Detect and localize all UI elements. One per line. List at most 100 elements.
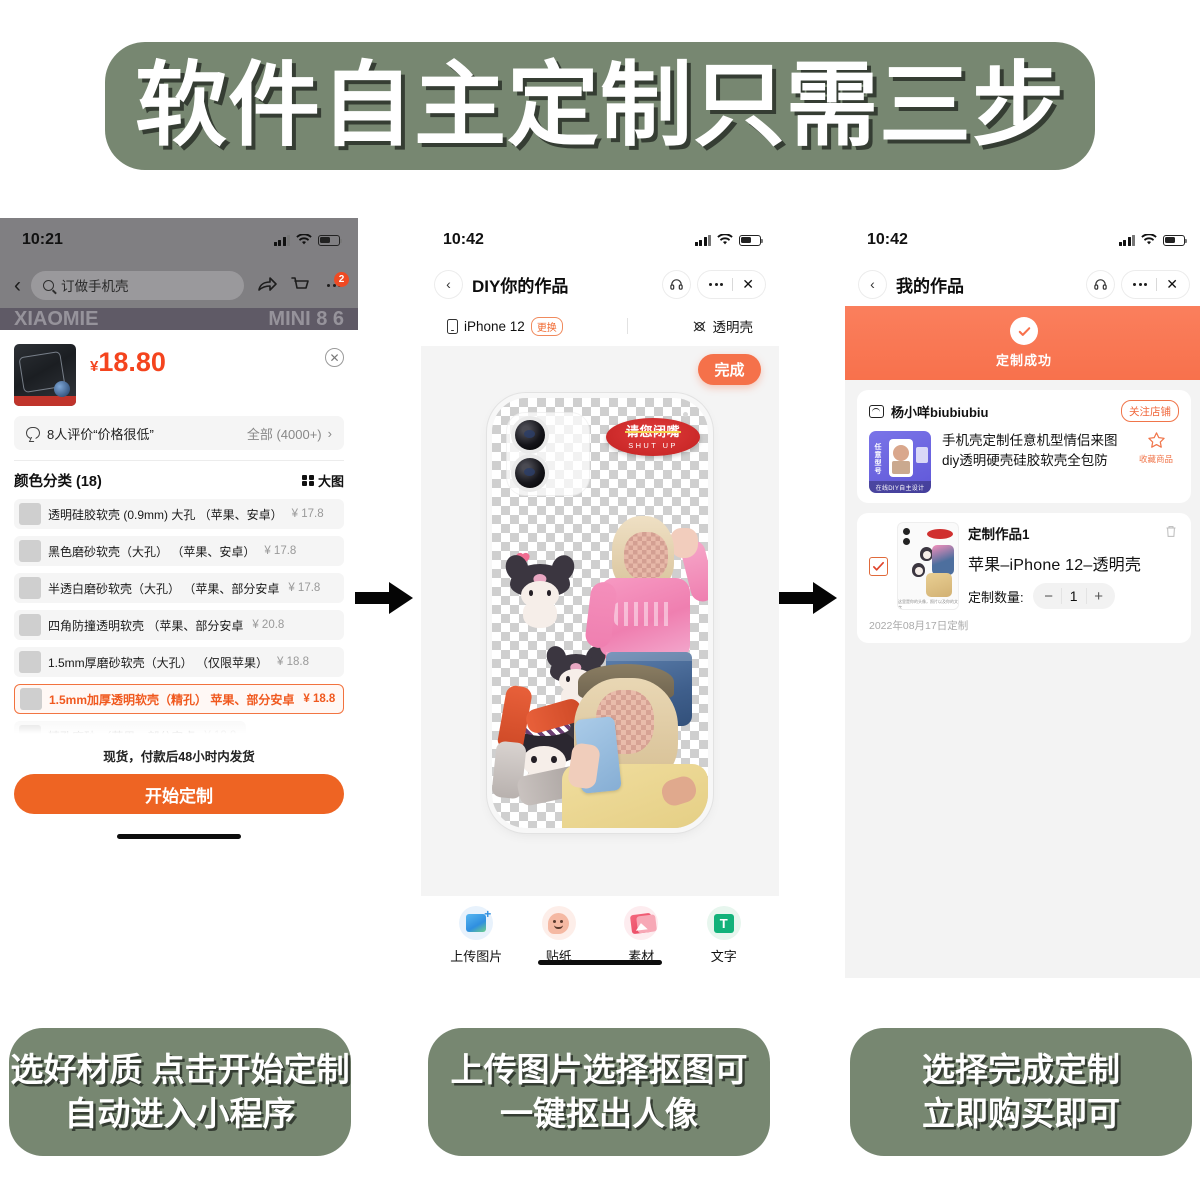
sku-option-swatch-icon bbox=[19, 577, 41, 599]
close-icon[interactable]: ✕ bbox=[742, 276, 754, 293]
follow-shop-button[interactable]: 关注店铺 bbox=[1121, 400, 1179, 422]
category-header: 颜色分类 (18) 大图 bbox=[14, 470, 344, 491]
battery-icon bbox=[1163, 234, 1187, 246]
battery-icon bbox=[318, 234, 342, 246]
back-icon[interactable]: ‹ bbox=[435, 270, 462, 298]
work-row: 这里是你的头像，照片以及你的文字 定制作品1 苹果–iPhone 12–透明壳 … bbox=[869, 523, 1179, 609]
work-model: 苹果–iPhone 12–透明壳 bbox=[968, 557, 1142, 574]
diy-subbar: iPhone 12 更换 透明壳 bbox=[421, 306, 779, 346]
sku-option-price: ¥ 18.8 bbox=[277, 656, 309, 668]
window-controls[interactable]: ✕ bbox=[698, 270, 765, 298]
status-time: 10:42 bbox=[443, 231, 484, 248]
transparent-icon bbox=[693, 320, 705, 332]
page-title: DIY你的作品 bbox=[472, 276, 569, 296]
sticker-text-cn: 请您闭嘴 bbox=[624, 423, 682, 439]
quantity-stepper[interactable]: − 1 + bbox=[1032, 583, 1115, 609]
myworks-navbar: ‹ 我的作品 ✕ bbox=[845, 262, 1200, 306]
banner-brand-right: MINI 8 6 bbox=[268, 308, 344, 330]
camera-lens-top bbox=[515, 420, 545, 450]
shop-row: 杨小咩biubiubiu 关注店铺 bbox=[869, 400, 1179, 422]
sku-option[interactable]: 1.5mm厚磨砂软壳（大孔） （仅限苹果） ¥ 18.8 bbox=[14, 647, 344, 677]
product-thumbnail: 任意型号 在线DIY自主设计 bbox=[869, 431, 931, 493]
tool-text[interactable]: T 文字 bbox=[692, 906, 756, 965]
category-title: 颜色分类 (18) bbox=[14, 474, 102, 490]
shop-card: 杨小咩biubiubiu 关注店铺 任意型号 在线DIY自主设计 手机壳定制任意… bbox=[857, 390, 1191, 503]
back-icon[interactable]: ‹ bbox=[859, 270, 886, 298]
material-label: 透明壳 bbox=[712, 320, 754, 335]
wifi-icon bbox=[717, 234, 733, 245]
sku-option[interactable]: 精孔磨砂 （苹果、部分安卓 ¥ 18.8 bbox=[14, 721, 247, 739]
quantity-increase-button[interactable]: + bbox=[1087, 588, 1111, 605]
caption-step-3: 选择完成定制 立即购买即可 bbox=[850, 1028, 1192, 1156]
more-dots-icon[interactable]: 2 bbox=[322, 272, 349, 296]
caption-line-2: 自动进入小程序 bbox=[64, 1095, 296, 1132]
material-selector[interactable]: 透明壳 bbox=[692, 316, 754, 336]
chevron-right-icon: › bbox=[327, 425, 332, 441]
tool-label: 上传图片 bbox=[450, 949, 503, 964]
more-dots-icon[interactable] bbox=[709, 282, 724, 286]
caption-line-1: 选好材质 点击开始定制 bbox=[10, 1051, 350, 1089]
close-icon[interactable]: ✕ bbox=[325, 348, 344, 367]
kuromi-sticker[interactable] bbox=[502, 551, 578, 628]
person-cutout-lower[interactable] bbox=[492, 660, 708, 828]
tool-label: 贴纸 bbox=[545, 949, 572, 964]
stock-note: 现货，付款后48小时内发货 bbox=[103, 750, 255, 764]
camera-lens-bottom bbox=[515, 458, 545, 488]
wifi-icon bbox=[1141, 234, 1157, 245]
caption-step-2: 上传图片选择抠图可 一键抠出人像 bbox=[428, 1028, 770, 1156]
product-title: 手机壳定制任意机型情侣来图diy透明硬壳硅胶软壳全包防 bbox=[942, 433, 1118, 468]
diy-canvas-area: 完成 请您闭嘴 SHUT UP bbox=[421, 346, 779, 896]
search-input[interactable]: 订做手机壳 bbox=[31, 270, 244, 300]
window-controls[interactable]: ✕ bbox=[1122, 270, 1189, 298]
favorite-product-button[interactable]: 收藏商品 bbox=[1133, 431, 1179, 465]
status-bar-left: 10:21 bbox=[0, 218, 358, 262]
check-circle-icon bbox=[1010, 317, 1038, 345]
quantity-decrease-button[interactable]: − bbox=[1037, 588, 1061, 605]
headset-icon[interactable] bbox=[1087, 270, 1115, 298]
page-title: 我的作品 bbox=[896, 276, 964, 296]
change-device-button[interactable]: 更换 bbox=[530, 316, 563, 336]
tool-material[interactable]: 素材 bbox=[609, 906, 673, 965]
more-dots-icon[interactable] bbox=[1133, 282, 1148, 286]
big-image-toggle[interactable]: 大图 bbox=[302, 471, 344, 490]
tool-sticker[interactable]: 贴纸 bbox=[527, 906, 591, 965]
sticker-shut-up[interactable]: 请您闭嘴 SHUT UP bbox=[606, 418, 700, 456]
sku-sheet: ¥18.80 ✕ 8人评价“价格很低” 全部 (4000+) › 颜色分类 (1… bbox=[0, 330, 358, 839]
sku-option[interactable]: 透明硅胶软壳 (0.9mm) 大孔 （苹果、安卓） ¥ 17.8 bbox=[14, 499, 344, 529]
battery-icon bbox=[739, 234, 763, 246]
tool-upload-image[interactable]: 上传图片 bbox=[444, 906, 508, 965]
cart-icon[interactable] bbox=[288, 274, 312, 296]
sku-option-label: 1.5mm厚磨砂软壳（大孔） （仅限苹果） bbox=[48, 655, 269, 670]
sku-option-price: ¥ 20.8 bbox=[252, 619, 285, 631]
divider bbox=[14, 460, 344, 461]
quantity-value: 1 bbox=[1060, 588, 1087, 604]
start-customize-button[interactable]: 开始定制 bbox=[14, 774, 344, 814]
price-amount: 18.80 bbox=[98, 347, 166, 377]
product-banner: XIAOMIE MINI 8 6 bbox=[0, 308, 358, 330]
share-icon[interactable] bbox=[254, 274, 278, 296]
upload-image-icon bbox=[459, 906, 494, 940]
headset-icon[interactable] bbox=[663, 270, 691, 298]
device-selector[interactable]: iPhone 12 更换 bbox=[447, 316, 563, 336]
myworks-content: 杨小咩biubiubiu 关注店铺 任意型号 在线DIY自主设计 手机壳定制任意… bbox=[845, 380, 1200, 978]
product-row[interactable]: 任意型号 在线DIY自主设计 手机壳定制任意机型情侣来图diy透明硬壳硅胶软壳全… bbox=[869, 431, 1179, 493]
phone-case-preview[interactable]: 请您闭嘴 SHUT UP bbox=[492, 398, 708, 828]
sku-option-swatch-icon bbox=[19, 503, 41, 525]
sku-option[interactable]: 四角防撞透明软壳 （苹果、部分安卓 ¥ 20.8 bbox=[14, 610, 344, 640]
back-icon[interactable]: ‹ bbox=[14, 275, 21, 296]
done-button[interactable]: 完成 bbox=[698, 354, 761, 385]
work-checkbox[interactable] bbox=[869, 556, 888, 576]
flow-arrow-1 bbox=[355, 578, 415, 618]
review-summary[interactable]: 8人评价“价格很低” 全部 (4000+) › bbox=[14, 416, 344, 450]
cellular-signal-icon bbox=[1118, 234, 1135, 246]
sku-option[interactable]: 黑色磨砂软壳（大孔） （苹果、安卓） ¥ 17.8 bbox=[14, 536, 344, 566]
sku-option[interactable]: 1.5mm加厚透明软壳（精孔） 苹果、部分安卓 ¥ 18.8 bbox=[14, 684, 344, 714]
delete-work-button[interactable] bbox=[1165, 525, 1177, 538]
cart-badge: 2 bbox=[334, 272, 349, 287]
work-thumbnail[interactable]: 这里是你的头像，照片以及你的文字 bbox=[898, 523, 958, 609]
caption-line-1: 选择完成定制 bbox=[922, 1051, 1120, 1089]
favorite-label: 收藏商品 bbox=[1138, 454, 1173, 464]
price-row: ¥18.80 ✕ bbox=[14, 338, 344, 416]
sku-option[interactable]: 半透白磨砂软壳（大孔） （苹果、部分安卓 ¥ 17.8 bbox=[14, 573, 344, 603]
close-icon[interactable]: ✕ bbox=[1166, 276, 1178, 293]
